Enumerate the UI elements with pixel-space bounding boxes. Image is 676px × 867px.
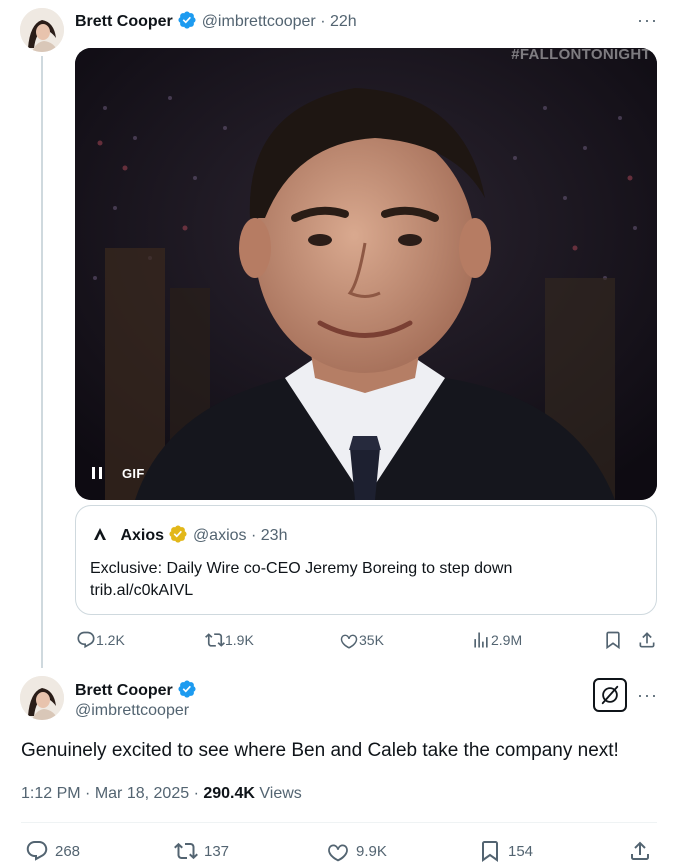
- tweet-date[interactable]: Mar 18, 2025: [95, 785, 189, 802]
- quoted-author-handle: @axios: [192, 527, 247, 544]
- like-button[interactable]: 9.9K: [326, 839, 387, 863]
- quoted-tweet-link[interactable]: trib.al/c0kAIVL: [90, 580, 512, 602]
- like-count: 9.9K: [356, 842, 387, 860]
- share-icon: [631, 841, 649, 860]
- quoted-tweet-time: 23h: [260, 527, 288, 544]
- thread-tweet[interactable]: Brett Cooper @imbrettcooper · 22h ··· #F…: [0, 0, 676, 668]
- grok-icon: [601, 685, 619, 705]
- tweet-meta: 1:12 PM · Mar 18, 2025 · 290.4K Views: [21, 785, 302, 803]
- author-name-row: Brett Cooper: [75, 679, 197, 701]
- verified-badge-icon: [177, 10, 197, 30]
- heart-icon: [340, 634, 358, 649]
- like-button[interactable]: 35K: [339, 630, 384, 650]
- views-button[interactable]: 2.9M: [471, 630, 522, 650]
- repost-count: 1.9K: [225, 632, 254, 648]
- repost-icon: [174, 842, 198, 860]
- share-icon: [639, 632, 655, 648]
- gif-badge: GIF: [122, 466, 145, 481]
- tweet-time[interactable]: 1:12 PM: [21, 785, 81, 802]
- thread-connector-line: [41, 56, 43, 668]
- analytics-icon: [474, 632, 488, 648]
- repost-count: 137: [204, 842, 230, 860]
- separator-dot: ·: [85, 785, 95, 802]
- author-name[interactable]: Brett Cooper: [75, 682, 173, 699]
- quoted-tweet-header: Axios @axios · 23h: [90, 524, 287, 546]
- pause-icon[interactable]: [91, 466, 103, 480]
- quoted-tweet-body: Exclusive: Daily Wire co-CEO Jeremy Bore…: [90, 560, 513, 577]
- reply-icon: [26, 841, 48, 861]
- repost-icon: [205, 633, 225, 647]
- bookmark-icon: [606, 631, 620, 650]
- views-count: 2.9M: [491, 632, 523, 648]
- gif-media[interactable]: #FALLONTONIGHT GIF: [75, 48, 657, 500]
- author-name[interactable]: Brett Cooper: [75, 13, 173, 30]
- reply-count: 1.2K: [96, 632, 125, 648]
- divider: [21, 822, 657, 823]
- heart-icon: [328, 844, 348, 862]
- repost-button[interactable]: 137: [174, 839, 229, 863]
- media-watermark: #FALLONTONIGHT: [511, 48, 651, 63]
- bookmark-count: 154: [508, 842, 534, 860]
- more-options-icon[interactable]: ···: [637, 11, 658, 29]
- views-label: Views: [259, 785, 302, 802]
- author-handle[interactable]: @imbrettcooper: [202, 13, 316, 30]
- quoted-tweet-card[interactable]: Axios @axios · 23h Exclusive: Daily Wire…: [75, 505, 657, 615]
- avatar[interactable]: [20, 676, 64, 720]
- share-button[interactable]: [628, 839, 658, 863]
- bookmark-button[interactable]: 154: [478, 839, 533, 863]
- avatar[interactable]: [20, 8, 64, 52]
- tweet-text: Genuinely excited to see where Ben and C…: [21, 740, 619, 761]
- separator-dot: ·: [250, 527, 257, 544]
- main-tweet: Brett Cooper @imbrettcooper ··· Genuinel…: [0, 664, 676, 867]
- bookmark-icon: [482, 841, 498, 862]
- quoted-tweet-text: Exclusive: Daily Wire co-CEO Jeremy Bore…: [90, 558, 512, 602]
- separator-dot: ·: [320, 13, 326, 30]
- quoted-author-name: Axios: [120, 527, 165, 544]
- tweet-time[interactable]: 22h: [330, 13, 357, 30]
- more-options-icon[interactable]: ···: [637, 686, 658, 704]
- reply-button[interactable]: 1.2K: [76, 630, 125, 650]
- verified-org-badge-icon: [168, 524, 188, 544]
- views-total: 290.4K: [203, 785, 255, 802]
- verified-badge-icon: [177, 679, 197, 699]
- reply-count: 268: [55, 842, 81, 860]
- share-button[interactable]: [637, 630, 657, 650]
- author-handle[interactable]: @imbrettcooper: [75, 702, 189, 720]
- like-count: 35K: [359, 632, 384, 648]
- reply-icon: [77, 631, 95, 649]
- separator-dot: ·: [193, 785, 204, 802]
- grok-button[interactable]: [593, 678, 627, 712]
- gif-frame-image: [75, 48, 657, 500]
- repost-button[interactable]: 1.9K: [205, 630, 254, 650]
- bookmark-button[interactable]: [603, 630, 623, 650]
- reply-button[interactable]: 268: [25, 839, 80, 863]
- tweet-header: Brett Cooper @imbrettcooper · 22h: [75, 10, 357, 32]
- axios-logo-icon: [90, 524, 110, 544]
